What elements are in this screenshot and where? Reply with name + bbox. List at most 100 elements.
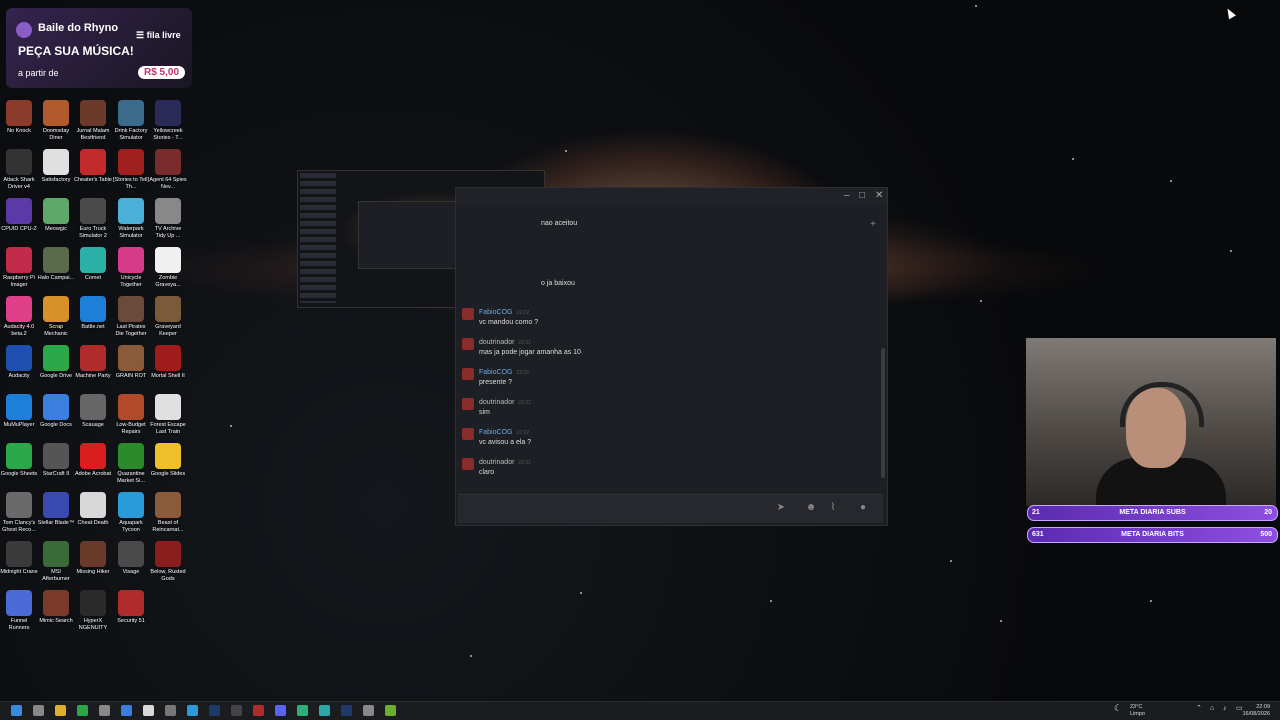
send-icon[interactable]: ➤ xyxy=(774,501,788,515)
desktop-shortcut[interactable]: Quarantine Market Si... xyxy=(112,443,150,484)
desktop-shortcut[interactable]: Comet xyxy=(74,247,112,282)
author-name[interactable]: doutrinador 22:22 xyxy=(479,339,531,346)
author-name[interactable]: FabioCOG 22:22 xyxy=(479,309,529,316)
desktop-shortcut[interactable]: Machine Party xyxy=(74,345,112,380)
avatar[interactable] xyxy=(462,338,474,350)
message-input[interactable] xyxy=(464,495,758,521)
desktop-shortcut[interactable]: Euro Truck Simulator 2 xyxy=(74,198,112,239)
desktop-shortcut[interactable]: CPUID CPU-Z xyxy=(0,198,38,233)
desktop-shortcut[interactable]: Google Slides xyxy=(149,443,187,478)
weather-widget[interactable]: 23°C Limpo xyxy=(1130,704,1145,717)
desktop-shortcut[interactable]: Meowgic xyxy=(37,198,75,233)
mic-icon[interactable]: ● xyxy=(856,501,870,515)
desktop-shortcut[interactable]: StarCraft II xyxy=(37,443,75,478)
minimize-button[interactable]: – xyxy=(844,190,850,201)
desktop-shortcut[interactable]: Tom Clancy's Ghost Reco... xyxy=(0,492,38,533)
settings-icon[interactable] xyxy=(99,705,110,716)
desktop-shortcut[interactable]: No Knock xyxy=(0,100,38,135)
desktop-shortcut[interactable]: Cheat Death xyxy=(74,492,112,527)
desktop-shortcut[interactable]: GRAIN ROT xyxy=(112,345,150,380)
desktop-shortcut[interactable]: Jurnal Malam Bestfriend xyxy=(74,100,112,141)
chrome-icon[interactable] xyxy=(143,705,154,716)
steam-icon[interactable] xyxy=(341,705,352,716)
store-icon[interactable] xyxy=(121,705,132,716)
desktop-shortcut[interactable]: Midnight Crane xyxy=(0,541,38,576)
start-icon[interactable] xyxy=(11,705,22,716)
xbox-icon[interactable] xyxy=(77,705,88,716)
chat-titlebar[interactable]: – □ ✕ xyxy=(456,188,887,206)
desktop-shortcut[interactable]: Drink Factory Simulator xyxy=(112,100,150,141)
search-icon[interactable] xyxy=(33,705,44,716)
add-reaction-icon[interactable]: + xyxy=(866,218,880,232)
close-button[interactable]: ✕ xyxy=(875,190,883,201)
author-name[interactable]: FabioCOG 22:22 xyxy=(479,429,529,436)
desktop-shortcut[interactable]: Stellar Blade™ xyxy=(37,492,75,527)
avatar[interactable] xyxy=(462,368,474,380)
desktop-shortcut[interactable]: Scrap Mechanic xyxy=(37,296,75,337)
desktop-shortcut[interactable]: TV Archive Tidy Up ... xyxy=(149,198,187,239)
avatar[interactable] xyxy=(462,428,474,440)
desktop-shortcut[interactable]: MuMuPlayer xyxy=(0,394,38,429)
desktop-shortcut[interactable]: [Stories to Tell] Th... xyxy=(112,149,150,190)
desktop-shortcut[interactable]: Google Docs xyxy=(37,394,75,429)
desktop-shortcut[interactable]: Raspberry Pi Imager xyxy=(0,247,38,288)
app-icon[interactable] xyxy=(253,705,264,716)
desktop-shortcut[interactable]: Aquapark Tycoon xyxy=(112,492,150,533)
desktop-shortcut[interactable]: Zombie Graveya... xyxy=(149,247,187,288)
desktop-shortcut[interactable]: Google Sheets xyxy=(0,443,38,478)
desktop-shortcut[interactable]: Halo Campai... xyxy=(37,247,75,282)
avatar[interactable] xyxy=(462,458,474,470)
tray-overflow-icon[interactable]: ⌃ xyxy=(1196,705,1202,713)
desktop-shortcut[interactable]: Unicycle Together xyxy=(112,247,150,288)
desktop-shortcut[interactable]: Audacity xyxy=(0,345,38,380)
emoji-icon[interactable]: ☻ xyxy=(804,501,818,515)
desktop-shortcut[interactable]: Security 51 xyxy=(112,590,150,625)
app-icon[interactable] xyxy=(385,705,396,716)
network-icon[interactable]: ⌂ xyxy=(1210,705,1214,713)
volume-icon[interactable]: ♪ xyxy=(1223,705,1227,713)
desktop-shortcut[interactable]: Funnel Runners xyxy=(0,590,38,631)
app-icon[interactable] xyxy=(297,705,308,716)
desktop-shortcut[interactable]: Google Drive xyxy=(37,345,75,380)
desktop-shortcut[interactable]: Scauage xyxy=(74,394,112,429)
desktop-shortcut[interactable]: Missing Hiker xyxy=(74,541,112,576)
desktop-shortcut[interactable]: HyperX NGENUITY xyxy=(74,590,112,631)
chat-scrollbar[interactable] xyxy=(881,348,885,478)
desktop-shortcut[interactable]: Mortal Shell II xyxy=(149,345,187,380)
author-name[interactable]: doutrinador 22:22 xyxy=(479,459,531,466)
desktop-shortcut[interactable]: Visage xyxy=(112,541,150,576)
desktop-shortcut[interactable]: Below, Rusted Gods xyxy=(149,541,187,582)
app-icon[interactable] xyxy=(165,705,176,716)
weather-icon[interactable]: ☾ xyxy=(1114,704,1122,712)
attachment-icon[interactable]: ⌇ xyxy=(826,501,840,515)
chat-window[interactable]: – □ ✕ nao aceitou o ja baixou + FabioCOG… xyxy=(455,187,888,526)
obs-icon[interactable] xyxy=(231,705,242,716)
steam-icon[interactable] xyxy=(209,705,220,716)
desktop-shortcut[interactable]: Agent 64 Spies Nev... xyxy=(149,149,187,190)
edge-icon[interactable] xyxy=(187,705,198,716)
desktop-shortcut[interactable]: Low-Budget Repairs xyxy=(112,394,150,435)
desktop-shortcut[interactable]: Last Pirates Die Together xyxy=(112,296,150,337)
author-name[interactable]: FabioCOG 22:22 xyxy=(479,369,529,376)
app-icon[interactable] xyxy=(319,705,330,716)
desktop-shortcut[interactable]: Mimic Search xyxy=(37,590,75,625)
desktop-shortcut[interactable]: Beast of Reincarnat... xyxy=(149,492,187,533)
desktop-shortcut[interactable]: MSI Afterburner xyxy=(37,541,75,582)
maximize-button[interactable]: □ xyxy=(859,190,865,201)
desktop-shortcut[interactable]: Graveyard Keeper xyxy=(149,296,187,337)
desktop-shortcut[interactable]: Cheater's Table xyxy=(74,149,112,184)
desktop-shortcut[interactable]: Yellowcreek Stories - T... xyxy=(149,100,187,141)
desktop-shortcut[interactable]: Forest Escape Last Train xyxy=(149,394,187,435)
clock[interactable]: 22:09 16/08/2026 xyxy=(1240,704,1270,717)
desktop-shortcut[interactable]: Attack Shark Driver v4 xyxy=(0,149,38,190)
discord-icon[interactable] xyxy=(275,705,286,716)
avatar[interactable] xyxy=(462,398,474,410)
desktop-shortcut[interactable]: Adobe Acrobat xyxy=(74,443,112,478)
desktop-shortcut[interactable]: Audacity 4.0 beta.2 xyxy=(0,296,38,337)
author-name[interactable]: doutrinador 22:22 xyxy=(479,399,531,406)
app-icon[interactable] xyxy=(363,705,374,716)
desktop-shortcut[interactable]: Doomsday Diner xyxy=(37,100,75,141)
file-explorer-icon[interactable] xyxy=(55,705,66,716)
avatar[interactable] xyxy=(462,308,474,320)
desktop-shortcut[interactable]: Satisfactory xyxy=(37,149,75,184)
